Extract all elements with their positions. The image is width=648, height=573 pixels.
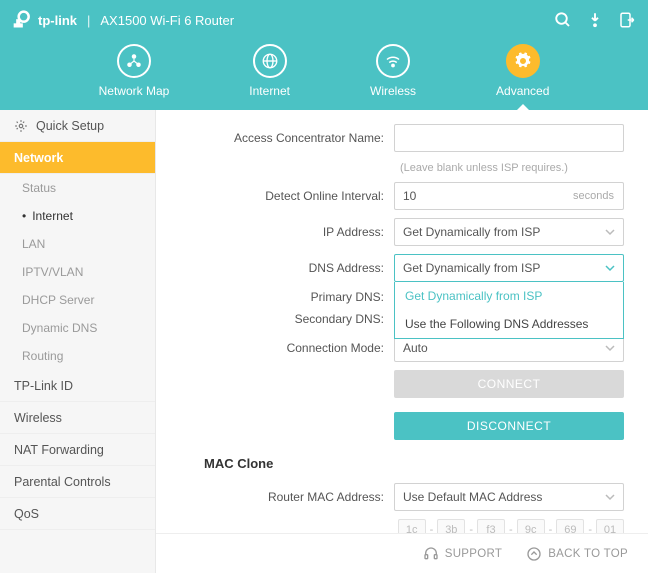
ip-select[interactable]: Get Dynamically from ISP [394,218,624,246]
topbar: tp-link | AX1500 Wi-Fi 6 Router [0,0,648,40]
sidebar: Quick Setup Network Status Internet LAN … [0,110,156,573]
search-icon[interactable] [554,11,572,29]
download-icon[interactable] [586,11,604,29]
support-link[interactable]: SUPPORT [423,546,502,562]
sidebar-sub-routing[interactable]: Routing [0,342,155,370]
sidebar-item-network[interactable]: Network [0,142,155,174]
dns-option-manual[interactable]: Use the Following DNS Addresses [395,310,623,338]
body: Quick Setup Network Status Internet LAN … [0,110,648,573]
sidebar-quick-setup[interactable]: Quick Setup [0,110,155,142]
top-icons [554,11,636,29]
ip-label: IP Address: [156,225,394,239]
acn-label: Access Concentrator Name: [156,131,394,145]
main-panel: Access Concentrator Name: (Leave blank u… [156,110,648,573]
acn-input[interactable] [394,124,624,152]
pri-dns-label: Primary DNS: [156,290,394,304]
sidebar-sub-lan[interactable]: LAN [0,230,155,258]
sec-dns-label: Secondary DNS: [156,312,394,326]
detect-unit: seconds [573,182,614,210]
headset-icon [423,546,439,562]
sidebar-label: Quick Setup [36,119,104,133]
conn-label: Connection Mode: [156,341,394,355]
globe-icon [261,52,279,70]
nav-label: Wireless [370,84,416,98]
dns-select[interactable]: Get Dynamically from ISP [394,254,624,282]
dns-label: DNS Address: [156,261,394,275]
sidebar-sub-status[interactable]: Status [0,174,155,202]
sidebar-sub-iptv[interactable]: IPTV/VLAN [0,258,155,286]
gear-icon [514,52,532,70]
gear-icon [14,119,28,133]
nav-label: Internet [249,84,290,98]
sidebar-item-qos[interactable]: QoS [0,498,155,530]
product-name: AX1500 Wi-Fi 6 Router [100,13,234,28]
network-map-icon [125,52,143,70]
chevron-down-icon [605,343,615,353]
router-mac-label: Router MAC Address: [156,490,394,504]
divider: | [87,13,90,28]
acn-hint: (Leave blank unless ISP requires.) [394,162,568,174]
sidebar-item-nat[interactable]: NAT Forwarding [0,434,155,466]
nav-label: Network Map [99,84,170,98]
dns-dropdown: Get Dynamically from ISP Use the Followi… [394,282,624,339]
wifi-icon [384,52,402,70]
chevron-down-icon [605,492,615,502]
nav-network-map[interactable]: Network Map [99,44,170,98]
tp-link-logo-icon [12,10,32,30]
back-to-top-link[interactable]: BACK TO TOP [526,546,628,562]
sidebar-sub-dhcp[interactable]: DHCP Server [0,286,155,314]
nav-wireless[interactable]: Wireless [370,44,416,98]
sidebar-item-parental[interactable]: Parental Controls [0,466,155,498]
brand-logo: tp-link [12,10,77,30]
logout-icon[interactable] [618,11,636,29]
brand-text: tp-link [38,13,77,28]
disconnect-button[interactable]: DISCONNECT [394,412,624,440]
detect-label: Detect Online Interval: [156,189,394,203]
nav-advanced[interactable]: Advanced [496,44,549,98]
connect-button[interactable]: CONNECT [394,370,624,398]
sidebar-sub-internet[interactable]: Internet [0,202,155,230]
chevron-down-icon [605,227,615,237]
footer: SUPPORT BACK TO TOP [156,533,648,573]
dns-option-dynamic[interactable]: Get Dynamically from ISP [395,282,623,310]
nav-internet[interactable]: Internet [249,44,290,98]
router-mac-select[interactable]: Use Default MAC Address [394,483,624,511]
main-nav: Network Map Internet Wireless Advanced [0,40,648,98]
sidebar-sub-ddns[interactable]: Dynamic DNS [0,314,155,342]
chevron-down-icon [605,263,615,273]
nav-label: Advanced [496,84,549,98]
mac-clone-title: MAC Clone [204,456,624,471]
sidebar-item-tplinkid[interactable]: TP-Link ID [0,370,155,402]
header: tp-link | AX1500 Wi-Fi 6 Router Network … [0,0,648,110]
sidebar-item-wireless[interactable]: Wireless [0,402,155,434]
arrow-up-circle-icon [526,546,542,562]
